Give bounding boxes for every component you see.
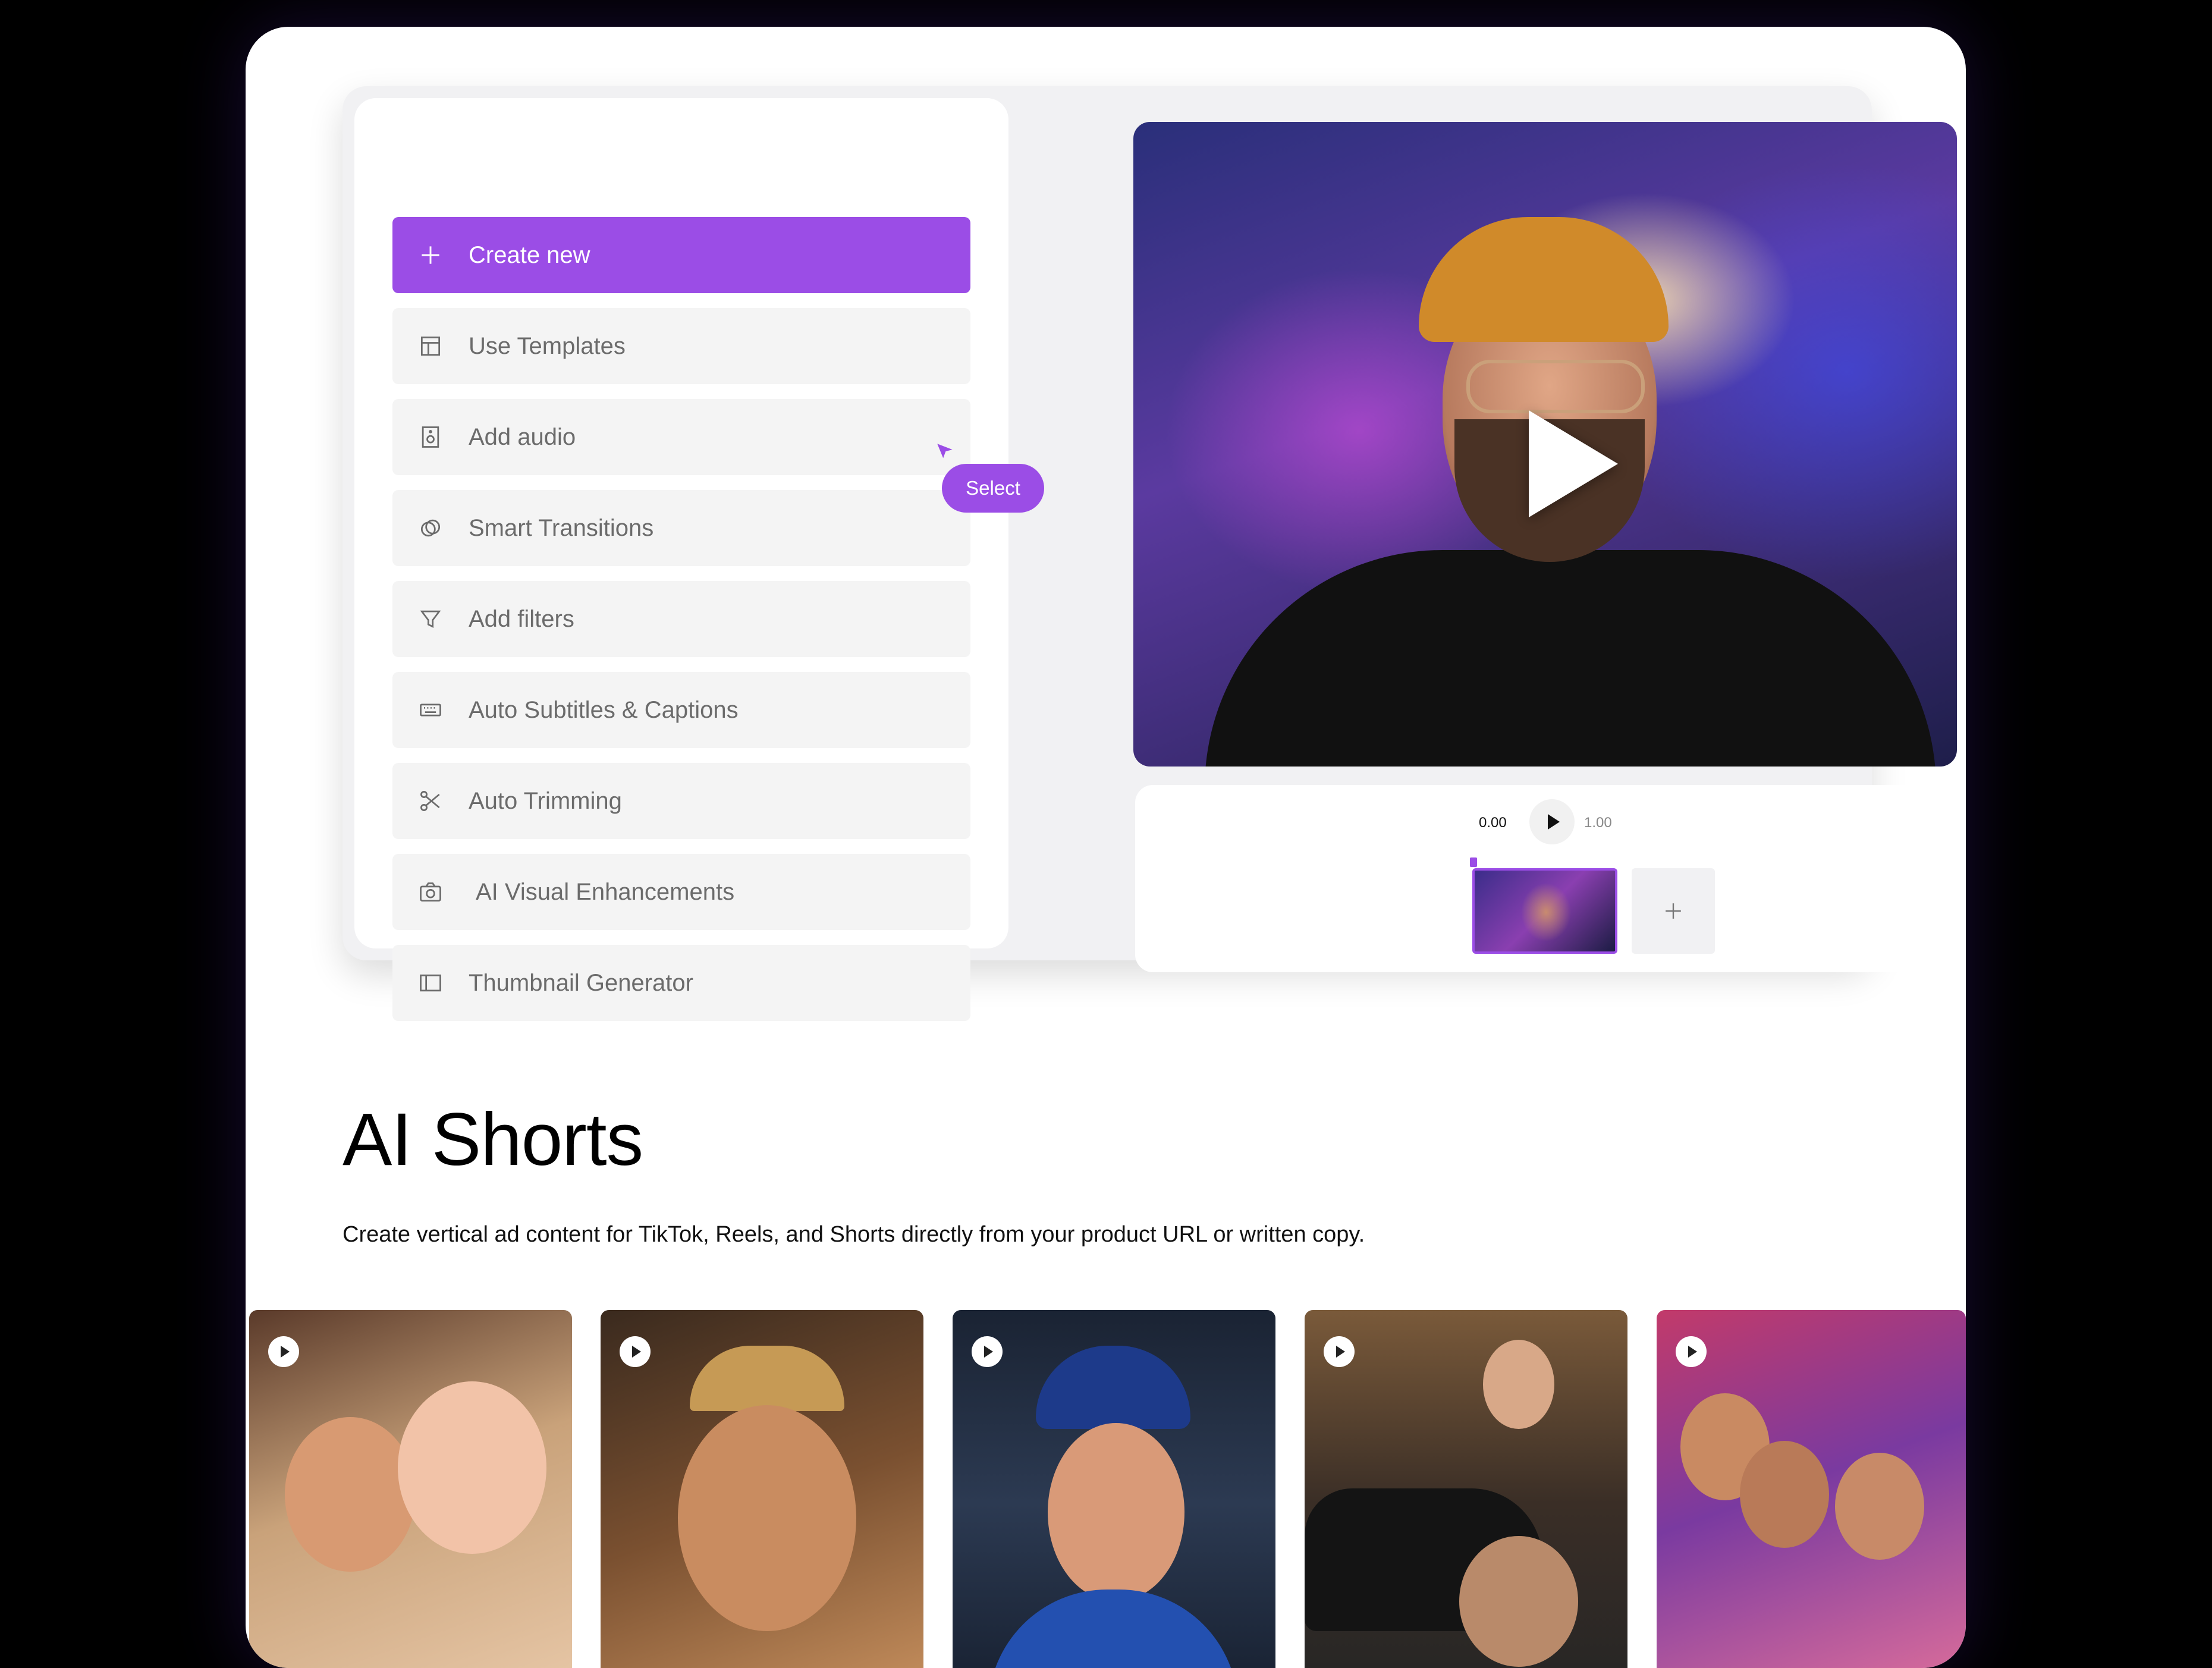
sidebar-layout-icon: [392, 945, 469, 1021]
editor-card: Create new Use Templates Add audio Smart…: [343, 86, 1957, 1021]
add-audio-button[interactable]: Add audio: [392, 399, 970, 475]
video-subject-cap: [1419, 217, 1669, 342]
smart-transitions-label: Smart Transitions: [469, 514, 654, 541]
filter-icon: [392, 581, 469, 657]
card-character: [678, 1405, 856, 1631]
short-card[interactable]: [601, 1310, 923, 1668]
play-icon[interactable]: [1676, 1336, 1707, 1367]
card-character: [1483, 1340, 1554, 1429]
play-icon[interactable]: [620, 1336, 651, 1367]
add-filters-button[interactable]: Add filters: [392, 581, 970, 657]
auto-trimming-button[interactable]: Auto Trimming: [392, 763, 970, 839]
card-character: [1459, 1536, 1578, 1667]
use-templates-label: Use Templates: [469, 332, 626, 359]
thumbnail-generator-label: Thumbnail Generator: [469, 969, 693, 996]
page-container: Create new Use Templates Add audio Smart…: [246, 27, 1966, 1668]
add-clip-button[interactable]: [1632, 868, 1715, 954]
play-icon[interactable]: [1324, 1336, 1355, 1367]
section-subtitle: Create vertical ad content for TikTok, R…: [343, 1222, 1365, 1247]
transitions-icon: [392, 490, 469, 566]
video-preview[interactable]: [1133, 122, 1957, 767]
card-character-cap: [1036, 1346, 1190, 1429]
play-icon[interactable]: [1529, 410, 1618, 517]
playhead-marker[interactable]: [1470, 857, 1477, 867]
card-character: [398, 1381, 546, 1554]
time-end: 1.00: [1584, 815, 1612, 831]
card-character-cap: [690, 1346, 844, 1411]
short-card[interactable]: [1305, 1310, 1627, 1668]
plus-icon: [392, 217, 469, 293]
card-character: [285, 1417, 416, 1572]
add-audio-label: Add audio: [469, 423, 576, 450]
short-card[interactable]: [249, 1310, 572, 1668]
card-character-uniform: [988, 1590, 1238, 1668]
create-new-label: Create new: [469, 241, 590, 268]
auto-subtitles-label: Auto Subtitles & Captions: [469, 696, 739, 723]
scissors-icon: [392, 763, 469, 839]
auto-subtitles-button[interactable]: Auto Subtitles & Captions: [392, 672, 970, 748]
card-character: [1048, 1423, 1184, 1601]
time-start: 0.00: [1479, 815, 1507, 831]
use-templates-button[interactable]: Use Templates: [392, 308, 970, 384]
card-character: [1740, 1441, 1829, 1548]
plus-icon: [1666, 903, 1681, 919]
auto-trimming-label: Auto Trimming: [469, 787, 622, 814]
card-character: [1835, 1453, 1924, 1560]
timeline-clip[interactable]: [1472, 868, 1617, 954]
camera-icon: [392, 854, 469, 930]
select-tooltip-button[interactable]: Select: [942, 464, 1044, 513]
play-icon[interactable]: [972, 1336, 1003, 1367]
short-card[interactable]: [1657, 1310, 1966, 1668]
keyboard-icon: [392, 672, 469, 748]
ai-visual-enhancements-button[interactable]: AI Visual Enhancements: [392, 854, 970, 930]
feature-menu: Create new Use Templates Add audio Smart…: [354, 98, 1008, 1021]
play-icon[interactable]: [268, 1336, 299, 1367]
video-subject-glasses: [1466, 360, 1645, 413]
create-new-button[interactable]: Create new: [392, 217, 970, 293]
cursor-icon: [937, 444, 953, 458]
smart-transitions-button[interactable]: Smart Transitions: [392, 490, 970, 566]
thumbnail-generator-button[interactable]: Thumbnail Generator: [392, 945, 970, 1021]
timeline-play-button[interactable]: [1529, 799, 1575, 844]
timeline-panel: 0.00 1.00: [1135, 785, 1957, 972]
add-filters-label: Add filters: [469, 605, 574, 632]
template-icon: [392, 308, 469, 384]
ai-visual-enhancements-label: AI Visual Enhancements: [476, 878, 735, 905]
audio-file-icon: [392, 399, 469, 475]
section-title: AI Shorts: [343, 1098, 643, 1181]
video-subject-shirt: [1205, 550, 1936, 767]
short-card[interactable]: [953, 1310, 1275, 1668]
